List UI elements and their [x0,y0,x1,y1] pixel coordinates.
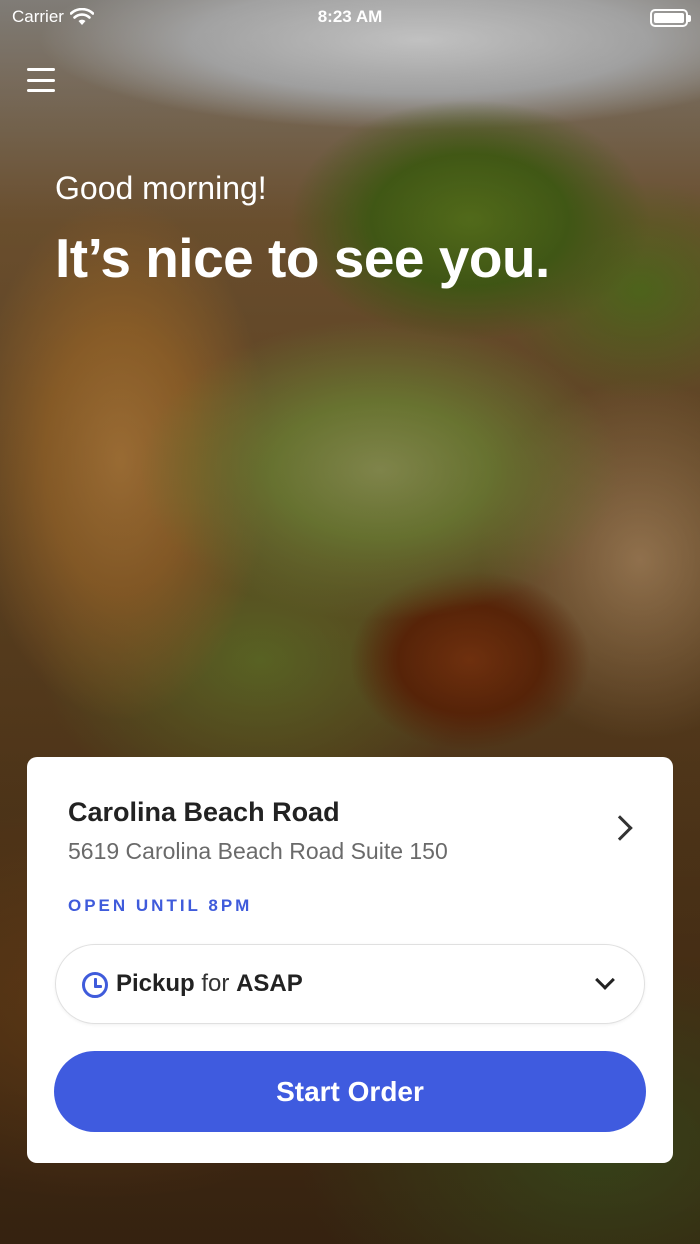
open-status-label: OPEN UNTIL 8PM [68,896,253,915]
chevron-down-icon [595,970,615,990]
order-mode-label: Pickup [116,970,195,997]
greeting-text: Good morning! [55,170,267,206]
battery-level [654,13,684,23]
battery-icon [650,9,691,27]
order-connector-label: for [201,970,230,997]
status-bar: Carrier 8:23 AM [0,0,700,36]
hamburger-menu-icon[interactable] [26,66,56,94]
clock-icon [82,972,108,998]
chevron-right-icon [607,815,633,841]
menu-line [27,89,55,92]
menu-line [27,78,55,82]
order-time-label: ASAP [236,970,303,997]
location-name: Carolina Beach Road [68,797,340,827]
headline-text: It’s nice to see you. [55,227,550,289]
menu-line [27,68,55,71]
pickup-text: Pickup for ASAP [116,970,303,998]
location-row[interactable]: Carolina Beach Road 5619 Carolina Beach … [27,757,673,887]
status-time: 8:23 AM [317,7,383,26]
pickup-time-selector[interactable]: Pickup for ASAP [55,944,645,1024]
location-card: Carolina Beach Road 5619 Carolina Beach … [27,757,673,1163]
start-order-button[interactable]: Start Order [54,1051,646,1132]
location-address: 5619 Carolina Beach Road Suite 150 [68,838,448,864]
